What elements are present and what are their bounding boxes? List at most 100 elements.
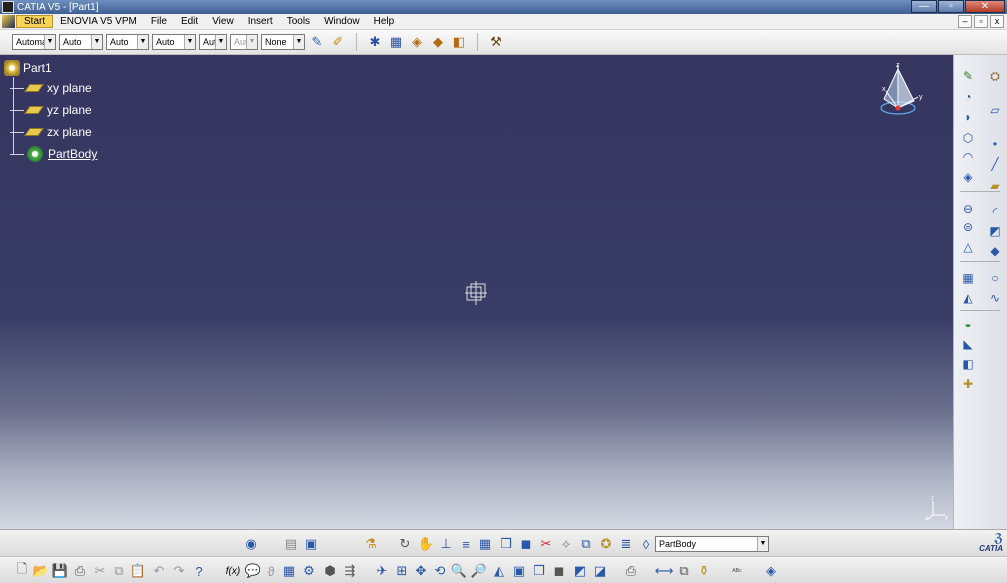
print-icon[interactable]: ⎙: [71, 562, 89, 580]
stiffener-icon[interactable]: ◈: [959, 168, 977, 186]
print-screen-icon[interactable]: ⎙: [622, 562, 640, 580]
catalog-icon[interactable]: ⚙: [300, 562, 318, 580]
geometric-constraint-icon[interactable]: ◧: [450, 33, 468, 51]
construction-element-icon[interactable]: ◆: [429, 33, 447, 51]
whats-this-icon[interactable]: ?: [190, 562, 208, 580]
pad-icon[interactable]: ◔: [959, 88, 977, 106]
fly-mode-icon[interactable]: ◉: [242, 535, 260, 553]
workbench-switch-icon[interactable]: ⛭: [986, 67, 1004, 85]
swap-visible-icon[interactable]: ◪: [591, 562, 609, 580]
plane-tool-icon[interactable]: ▰: [986, 177, 1004, 195]
groove-icon[interactable]: ◠: [959, 148, 977, 166]
spline-icon[interactable]: ∿: [986, 289, 1004, 307]
chevron-down-icon[interactable]: ▼: [137, 35, 148, 49]
apply-material-icon[interactable]: ⚗: [362, 535, 380, 553]
pattern-icon[interactable]: ▦: [959, 269, 977, 287]
line-color-combo[interactable]: Auto ▼: [59, 34, 103, 50]
restore-button[interactable]: ▫: [938, 0, 964, 13]
chevron-down-icon[interactable]: ▼: [293, 35, 304, 49]
formula-icon[interactable]: f(x): [224, 562, 242, 580]
multi-body-icon[interactable]: ⬢: [321, 562, 339, 580]
chevron-down-icon[interactable]: ▼: [91, 35, 102, 49]
rotate-icon[interactable]: ↻: [396, 535, 414, 553]
tree-root-part1[interactable]: Part1: [4, 59, 97, 77]
inertia-icon[interactable]: ▣: [302, 535, 320, 553]
stack-icon[interactable]: ≣: [617, 535, 635, 553]
zoom-in-icon[interactable]: 🔍: [450, 562, 468, 580]
iso-view-icon[interactable]: ❒: [530, 562, 548, 580]
cube-icon[interactable]: ❒: [497, 535, 515, 553]
pocket-icon[interactable]: ◗: [959, 108, 977, 126]
rotate-view-icon[interactable]: ⟲: [431, 562, 449, 580]
mirror-icon[interactable]: ◭: [959, 289, 977, 307]
hole-icon[interactable]: ⊖: [959, 200, 977, 218]
work-object-icon[interactable]: ◊: [637, 535, 655, 553]
macro-icon[interactable]: ⚒: [487, 33, 505, 51]
cut-icon[interactable]: ✂: [537, 535, 555, 553]
sketcher-icon[interactable]: ✎: [959, 67, 977, 85]
line-icon[interactable]: ╱: [986, 155, 1004, 173]
cube-solid-icon[interactable]: ◼: [517, 535, 535, 553]
close-button[interactable]: ✕: [965, 0, 1005, 13]
multi-view-icon[interactable]: ▣: [510, 562, 528, 580]
hide-show-icon[interactable]: ◩: [571, 562, 589, 580]
fillet-icon[interactable]: ◜: [986, 203, 1004, 221]
sew-surface-icon[interactable]: ◧: [959, 355, 977, 373]
tree-item-xy-plane[interactable]: xy plane: [10, 77, 97, 99]
draft-icon[interactable]: △: [959, 238, 977, 256]
thread-icon[interactable]: ⊜: [959, 218, 977, 236]
3d-viewport[interactable]: Part1 xy plane yz plane zx plane PartBod…: [0, 55, 953, 529]
hand-icon[interactable]: ✋: [417, 535, 435, 553]
chevron-down-icon[interactable]: ▼: [184, 35, 195, 49]
tree-item-partbody[interactable]: PartBody: [10, 143, 97, 165]
shaft-icon[interactable]: ⬡: [959, 129, 977, 147]
menu-file[interactable]: File: [144, 16, 174, 27]
document-icon[interactable]: [2, 15, 15, 28]
paste-icon[interactable]: 📋: [129, 562, 147, 580]
render-style-combo[interactable]: None ▼: [261, 34, 305, 50]
comment-icon[interactable]: 💬: [244, 562, 262, 580]
knowledge-icon[interactable]: ◈: [762, 562, 780, 580]
redo-icon[interactable]: ↷: [170, 562, 188, 580]
menu-tools[interactable]: Tools: [280, 16, 317, 27]
tree-item-yz-plane[interactable]: yz plane: [10, 99, 97, 121]
chevron-down-icon[interactable]: ▼: [215, 35, 226, 49]
save-icon[interactable]: 💾: [51, 562, 69, 580]
new-file-icon[interactable]: 🗋: [13, 561, 31, 580]
shell-icon[interactable]: ◆: [986, 242, 1004, 260]
chevron-down-icon[interactable]: ▼: [44, 35, 55, 49]
text-annotation-icon[interactable]: ᴬᴮᶜ: [728, 562, 746, 580]
current-body-select[interactable]: PartBody ▼: [655, 536, 769, 552]
grid-view-icon[interactable]: ▦: [476, 535, 494, 553]
update-icon[interactable]: ⇶: [341, 562, 359, 580]
menu-edit[interactable]: Edit: [174, 16, 205, 27]
thick-surface-icon[interactable]: ◒: [959, 315, 977, 333]
sketch-analysis-icon[interactable]: ✱: [366, 33, 384, 51]
menu-window[interactable]: Window: [317, 16, 367, 27]
boolean-icon[interactable]: ✚: [959, 375, 977, 393]
doc-close-button[interactable]: x: [990, 15, 1004, 28]
chamfer-icon[interactable]: ◩: [986, 222, 1004, 240]
painter-icon[interactable]: ✎: [308, 33, 326, 51]
compass-widget[interactable]: z y x: [876, 61, 926, 119]
fly-icon[interactable]: ✈: [373, 562, 391, 580]
normal-view-icon[interactable]: ◭: [490, 562, 508, 580]
minimize-button[interactable]: —: [911, 0, 937, 13]
split-icon[interactable]: ◣: [959, 335, 977, 353]
grid-icon[interactable]: ▦: [387, 33, 405, 51]
snap-to-point-icon[interactable]: ◈: [408, 33, 426, 51]
search-icon[interactable]: ✪: [597, 535, 615, 553]
line-type-combo[interactable]: Auto ▼: [152, 34, 196, 50]
open-folder-icon[interactable]: 📂: [32, 562, 50, 580]
zoom-out-icon[interactable]: 🔎: [470, 562, 488, 580]
tree-expand-icon[interactable]: ≡: [457, 535, 475, 553]
measure-item-icon[interactable]: ⧉: [675, 562, 693, 580]
measure-inertia-icon[interactable]: ⚱: [695, 562, 713, 580]
point-type-combo[interactable]: Aut▼: [199, 34, 227, 50]
pan-icon[interactable]: ✥: [412, 562, 430, 580]
fit-all-icon[interactable]: ⊞: [393, 562, 411, 580]
chevron-down-icon[interactable]: ▼: [757, 537, 768, 551]
undo-icon[interactable]: ↶: [150, 562, 168, 580]
menu-view[interactable]: View: [205, 16, 241, 27]
point-icon[interactable]: •: [986, 135, 1004, 153]
